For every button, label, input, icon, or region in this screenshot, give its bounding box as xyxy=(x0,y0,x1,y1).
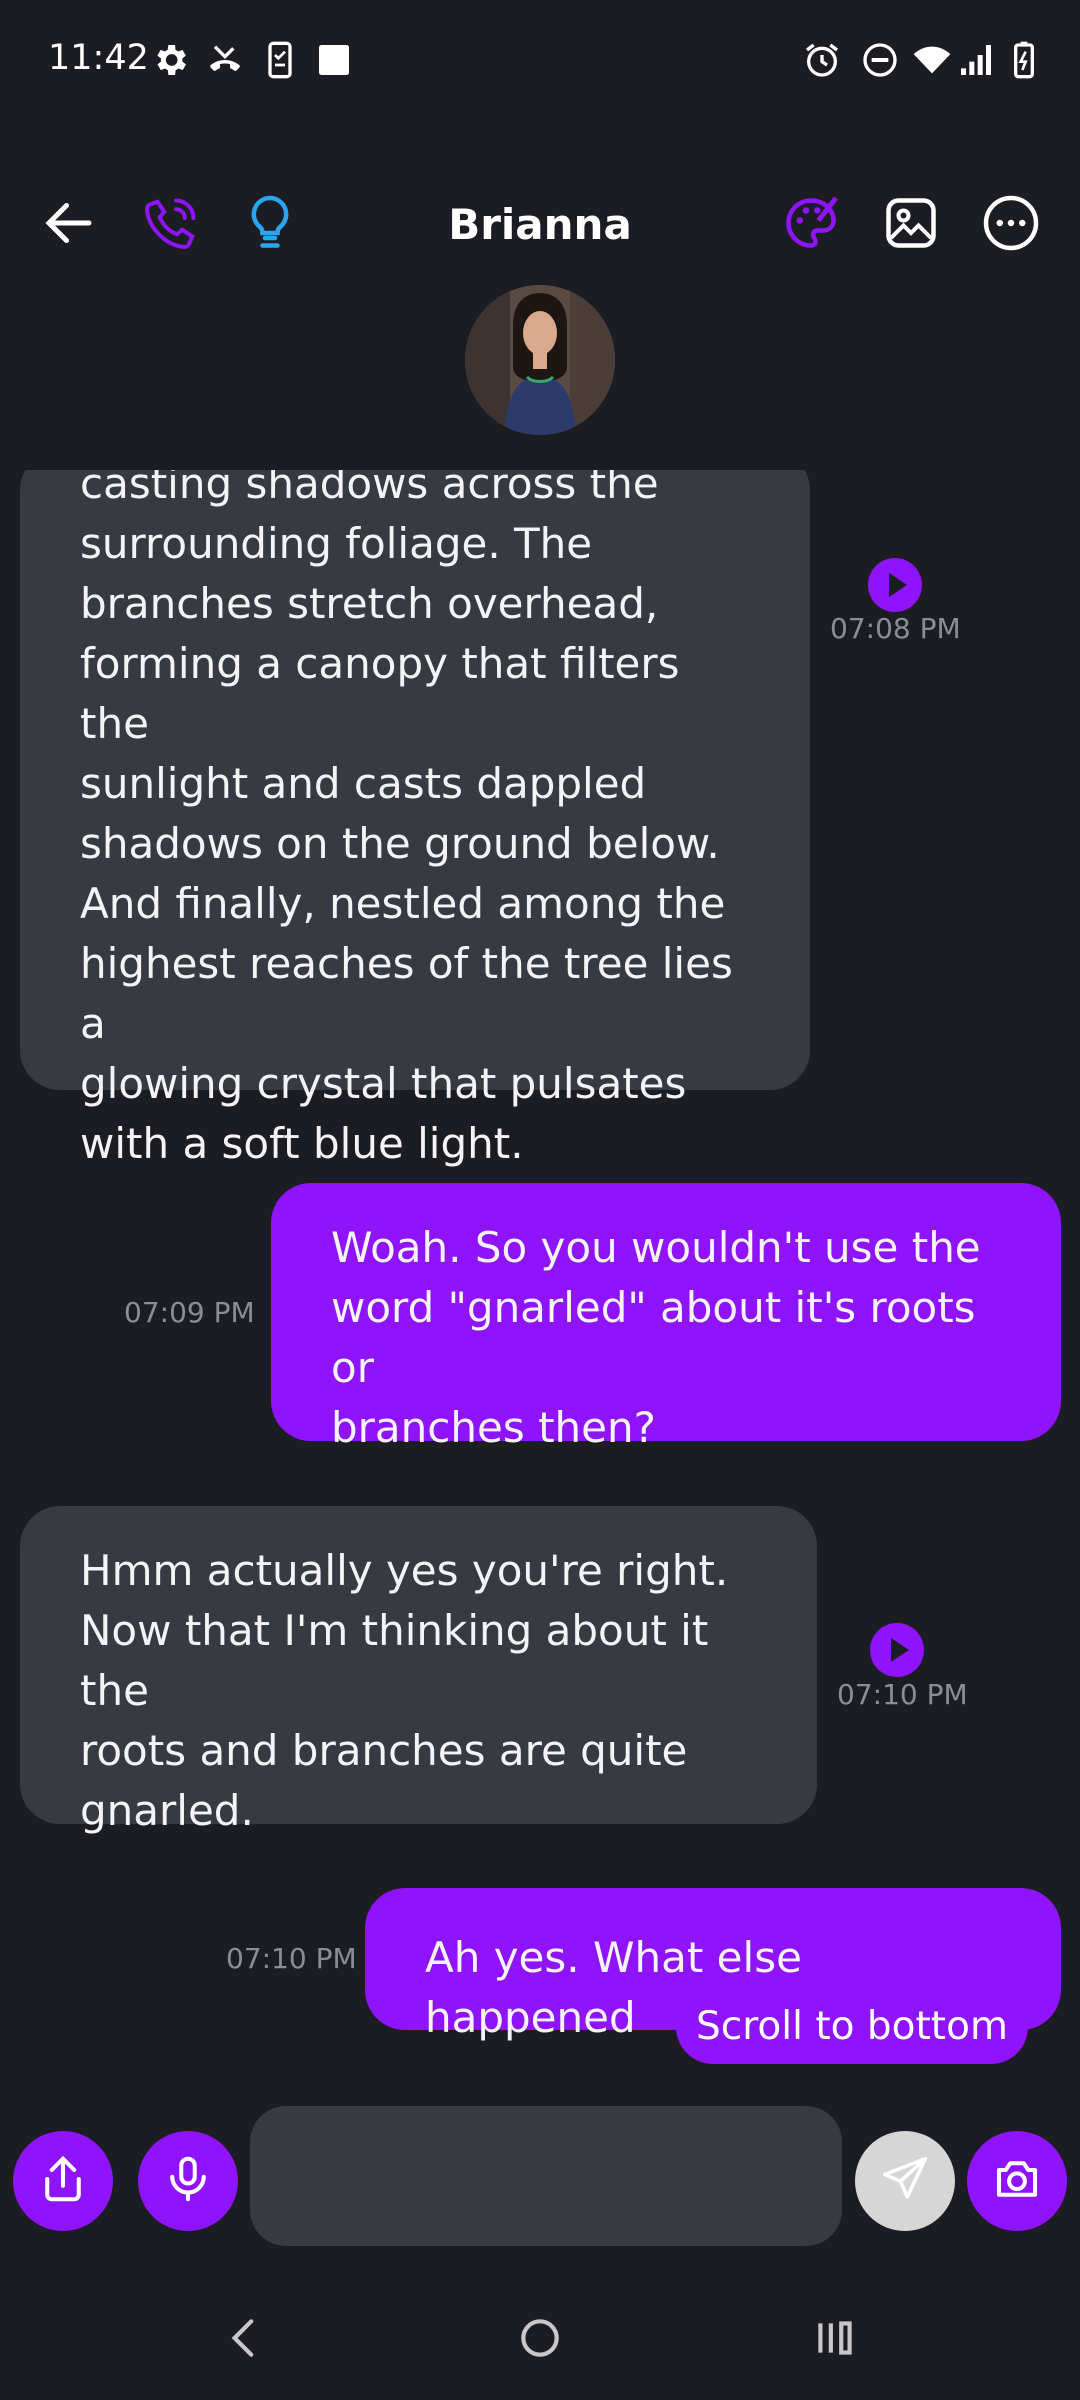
more-options-button[interactable] xyxy=(976,190,1046,260)
missed-call-icon xyxy=(205,40,245,80)
message-timestamp: 07:09 PM xyxy=(124,1296,255,1329)
share-button[interactable] xyxy=(13,2131,113,2231)
nav-back-icon xyxy=(220,2313,270,2367)
theme-button[interactable] xyxy=(776,190,846,260)
share-icon xyxy=(36,2152,90,2210)
status-bar: 11:42 xyxy=(0,0,1080,125)
microphone-icon xyxy=(161,2152,215,2210)
camera-button[interactable] xyxy=(967,2131,1067,2231)
incoming-message[interactable]: Hmm actually yes you're right. Now that … xyxy=(20,1506,817,1835)
incoming-message[interactable]: casting shadows across the surrounding f… xyxy=(20,470,810,1168)
nav-recents-button[interactable] xyxy=(800,2305,870,2375)
battery-charging-icon xyxy=(1004,40,1044,80)
message-text: Hmm actually yes you're right. Now that … xyxy=(80,1546,729,1835)
do-not-disturb-icon xyxy=(860,40,900,80)
send-icon xyxy=(878,2152,932,2210)
avatar[interactable] xyxy=(465,285,615,435)
palette-icon xyxy=(781,193,841,257)
gear-icon xyxy=(150,40,190,80)
scroll-to-bottom-button[interactable]: Scroll to bottom xyxy=(676,1990,1028,2064)
message-text: casting shadows across the surrounding f… xyxy=(80,470,733,1168)
message-text: Woah. So you wouldn't use the word "gnar… xyxy=(331,1223,981,1452)
phone-checklist-icon xyxy=(260,40,300,80)
square-notification-icon xyxy=(314,40,354,80)
signal-icon xyxy=(956,40,996,80)
nav-home-icon xyxy=(515,2313,565,2367)
nav-home-button[interactable] xyxy=(505,2305,575,2375)
camera-icon xyxy=(990,2152,1044,2210)
send-button[interactable] xyxy=(855,2131,955,2231)
play-audio-icon[interactable] xyxy=(870,1623,924,1677)
message-timestamp: 07:10 PM xyxy=(226,1942,357,1975)
message-list[interactable]: casting shadows across the surrounding f… xyxy=(0,470,1080,2090)
wifi-icon xyxy=(912,40,952,80)
nav-recents-icon xyxy=(810,2313,860,2367)
message-timestamp: 07:08 PM xyxy=(830,612,961,645)
message-input[interactable] xyxy=(250,2106,842,2246)
more-options-icon xyxy=(981,193,1041,257)
microphone-button[interactable] xyxy=(138,2131,238,2231)
status-time: 11:42 xyxy=(48,38,149,78)
alarm-icon xyxy=(802,40,842,80)
gallery-button[interactable] xyxy=(876,190,946,260)
nav-back-button[interactable] xyxy=(210,2305,280,2375)
outgoing-message[interactable]: Woah. So you wouldn't use the word "gnar… xyxy=(271,1183,1061,1452)
message-timestamp: 07:10 PM xyxy=(837,1678,968,1711)
image-icon xyxy=(881,193,941,257)
play-audio-icon[interactable] xyxy=(868,558,922,612)
